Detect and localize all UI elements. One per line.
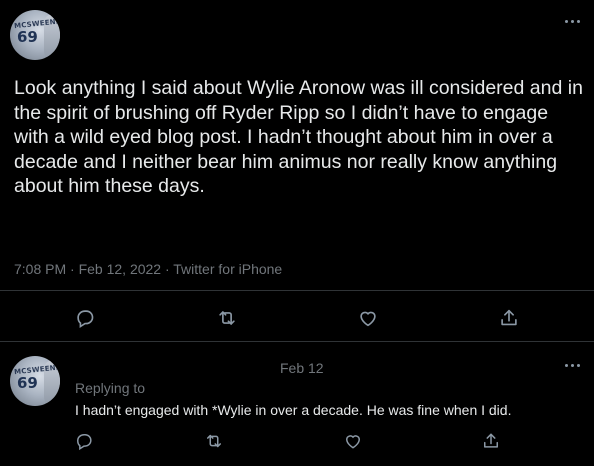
avatar[interactable]: MCSWEENEY 69: [10, 10, 60, 60]
share-icon[interactable]: [498, 307, 520, 329]
heart-icon[interactable]: [343, 431, 365, 453]
reply-date[interactable]: Feb 12: [280, 360, 324, 376]
more-icon[interactable]: [562, 14, 582, 28]
tweet-text: Look anything I said about Wylie Aronow …: [14, 77, 583, 197]
share-icon[interactable]: [481, 431, 503, 453]
avatar-jersey-number: 69: [17, 28, 38, 46]
divider: [0, 341, 594, 342]
retweet-icon[interactable]: [204, 431, 226, 453]
reply-icon[interactable]: [74, 431, 96, 453]
avatar-jersey-number: 69: [17, 374, 38, 392]
more-icon[interactable]: [562, 358, 582, 372]
retweet-icon[interactable]: [216, 307, 238, 329]
tweet-timestamp[interactable]: 7:08 PM · Feb 12, 2022 · Twitter for iPh…: [14, 261, 282, 277]
reply-icon[interactable]: [74, 307, 96, 329]
heart-icon[interactable]: [357, 307, 379, 329]
avatar[interactable]: MCSWEENEY 69: [10, 356, 60, 406]
replying-to-label: Replying to: [75, 380, 146, 396]
reply-text: I hadn’t engaged with *Wylie in over a d…: [75, 402, 512, 418]
divider: [0, 290, 594, 291]
